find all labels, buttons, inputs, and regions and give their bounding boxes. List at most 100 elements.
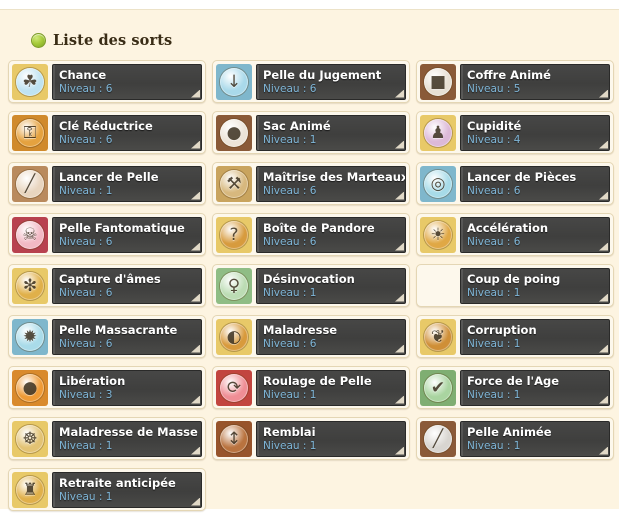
spell-card[interactable]: ☘ Chance Niveau : 6 [8, 60, 206, 103]
spell-name: Cupidité [467, 118, 522, 133]
clover-icon[interactable]: ☘ [12, 63, 48, 100]
spell-card[interactable]: ■ Coffre Animé Niveau : 5 [416, 60, 614, 103]
hammer-mastery-icon[interactable]: ⚒ [216, 165, 252, 202]
spell-card[interactable]: ☀ Accélération Niveau : 6 [416, 213, 614, 256]
shovel-throw-icon[interactable]: ╱ [12, 165, 48, 202]
early-retirement-icon[interactable]: ♜ [12, 471, 48, 508]
spell-name: Retraite anticipée [59, 475, 176, 490]
spell-info-panel: Corruption Niveau : 1 [460, 318, 610, 355]
key-icon[interactable]: ⚿ [12, 114, 48, 151]
spell-name: Roulage de Pelle [263, 373, 372, 388]
spell-name: Pelle du Jugement [263, 67, 382, 82]
spell-name: Maladresse [263, 322, 338, 337]
spell-card[interactable]: ? Boîte de Pandore Niveau : 6 [212, 213, 410, 256]
spell-card[interactable]: ↓ Pelle du Jugement Niveau : 6 [212, 60, 410, 103]
spell-name: Force de l'Age [467, 373, 560, 388]
greed-icon[interactable]: ♟ [420, 114, 456, 151]
coin-throw-icon[interactable]: ◎ [420, 165, 456, 202]
icon-glyph: ╱ [432, 428, 444, 449]
icon-glyph: ◎ [430, 173, 446, 194]
icon-glyph: ⚿ [23, 122, 37, 143]
liberation-icon[interactable]: ● [12, 369, 48, 406]
spell-name: Libération [59, 373, 126, 388]
spell-card[interactable]: ♜ Retraite anticipée Niveau : 1 [8, 468, 206, 511]
ghost-shovel-icon[interactable]: ☠ [12, 216, 48, 253]
icon-glyph: ☀ [430, 224, 446, 245]
spell-card[interactable]: ◐ Maladresse Niveau : 6 [212, 315, 410, 358]
spell-name: Maîtrise des Marteaux [263, 169, 406, 184]
missing-icon[interactable] [420, 268, 456, 304]
embankment-icon[interactable]: ↕ [216, 420, 252, 457]
spell-card[interactable]: ✻ Capture d'âmes Niveau : 6 [8, 264, 206, 307]
spell-info-panel: Boîte de Pandore Niveau : 6 [256, 216, 406, 253]
spell-info-panel: Remblai Niveau : 1 [256, 420, 406, 457]
spell-card[interactable]: ● Sac Animé Niveau : 1 [212, 111, 410, 154]
icon-glyph: ♀ [227, 275, 241, 296]
spell-level: Niveau : 1 [467, 388, 521, 401]
spell-info-panel: Maladresse de Masse Niveau : 1 [52, 420, 202, 457]
page-header: Liste des sorts [31, 32, 172, 49]
spell-card[interactable]: ☠ Pelle Fantomatique Niveau : 6 [8, 213, 206, 256]
spell-info-panel: Pelle Fantomatique Niveau : 6 [52, 216, 202, 253]
spell-card[interactable]: ☸ Maladresse de Masse Niveau : 1 [8, 417, 206, 460]
spell-card[interactable]: Coup de poing Niveau : 1 [416, 264, 614, 307]
spell-info-panel: Lancer de Pelle Niveau : 1 [52, 165, 202, 202]
spell-name: Coffre Animé [467, 67, 551, 82]
spell-level: Niveau : 1 [59, 439, 113, 452]
animated-shovel-icon[interactable]: ╱ [420, 420, 456, 457]
shovel-judgement-icon[interactable]: ↓ [216, 63, 252, 100]
spell-info-panel: Pelle Massacrante Niveau : 6 [52, 318, 202, 355]
age-strength-icon[interactable]: ✔ [420, 369, 456, 406]
spell-card[interactable]: ↕ Remblai Niveau : 1 [212, 417, 410, 460]
spell-card[interactable]: ⚿ Clé Réductrice Niveau : 6 [8, 111, 206, 154]
icon-glyph: ● [22, 377, 38, 398]
spell-info-panel: Capture d'âmes Niveau : 6 [52, 267, 202, 304]
spell-level: Niveau : 1 [59, 490, 113, 503]
icon-glyph: ☠ [22, 224, 38, 245]
icon-glyph: ╱ [24, 173, 36, 194]
spell-info-panel: Lancer de Pièces Niveau : 6 [460, 165, 610, 202]
icon-glyph: ⚒ [226, 173, 242, 194]
spell-card[interactable]: ♟ Cupidité Niveau : 4 [416, 111, 614, 154]
spell-card[interactable]: ● Libération Niveau : 3 [8, 366, 206, 409]
spell-card[interactable]: ❦ Corruption Niveau : 1 [416, 315, 614, 358]
acceleration-icon[interactable]: ☀ [420, 216, 456, 253]
clumsiness-icon[interactable]: ◐ [216, 318, 252, 355]
icon-glyph: ☘ [22, 71, 38, 92]
spell-info-panel: Chance Niveau : 6 [52, 63, 202, 100]
slaughter-shovel-icon[interactable]: ✹ [12, 318, 48, 355]
spell-info-panel: Maladresse Niveau : 6 [256, 318, 406, 355]
spell-level: Niveau : 6 [263, 235, 317, 248]
spell-info-panel: Sac Animé Niveau : 1 [256, 114, 406, 151]
corruption-icon[interactable]: ❦ [420, 318, 456, 355]
spell-info-panel: Désinvocation Niveau : 1 [256, 267, 406, 304]
spell-card[interactable]: ✹ Pelle Massacrante Niveau : 6 [8, 315, 206, 358]
spell-info-panel: Force de l'Age Niveau : 1 [460, 369, 610, 406]
spell-card[interactable]: ✔ Force de l'Age Niveau : 1 [416, 366, 614, 409]
spell-card[interactable]: ╱ Pelle Animée Niveau : 1 [416, 417, 614, 460]
spell-level: Niveau : 1 [263, 439, 317, 452]
soul-capture-icon[interactable]: ✻ [12, 267, 48, 304]
spell-level: Niveau : 6 [263, 82, 317, 95]
spell-level: Niveau : 1 [467, 337, 521, 350]
pandora-box-icon[interactable]: ? [216, 216, 252, 253]
icon-glyph: ✻ [22, 275, 38, 296]
animated-bag-icon[interactable]: ● [216, 114, 252, 151]
spell-card[interactable]: ◎ Lancer de Pièces Niveau : 6 [416, 162, 614, 205]
spell-info-panel: Cupidité Niveau : 4 [460, 114, 610, 151]
spell-level: Niveau : 1 [59, 184, 113, 197]
spell-name: Boîte de Pandore [263, 220, 375, 235]
spell-name: Accélération [467, 220, 549, 235]
spell-card[interactable]: ⚒ Maîtrise des Marteaux Niveau : 6 [212, 162, 410, 205]
mass-clumsiness-icon[interactable]: ☸ [12, 420, 48, 457]
spell-card[interactable]: ♀ Désinvocation Niveau : 1 [212, 264, 410, 307]
spell-card[interactable]: ⟳ Roulage de Pelle Niveau : 1 [212, 366, 410, 409]
spell-level: Niveau : 6 [59, 235, 113, 248]
spell-level: Niveau : 1 [467, 286, 521, 299]
spell-level: Niveau : 4 [467, 133, 521, 146]
spell-info-panel: Pelle Animée Niveau : 1 [460, 420, 610, 457]
animated-chest-icon[interactable]: ■ [420, 63, 456, 100]
shovel-roll-icon[interactable]: ⟳ [216, 369, 252, 406]
unsummon-icon[interactable]: ♀ [216, 267, 252, 304]
spell-card[interactable]: ╱ Lancer de Pelle Niveau : 1 [8, 162, 206, 205]
